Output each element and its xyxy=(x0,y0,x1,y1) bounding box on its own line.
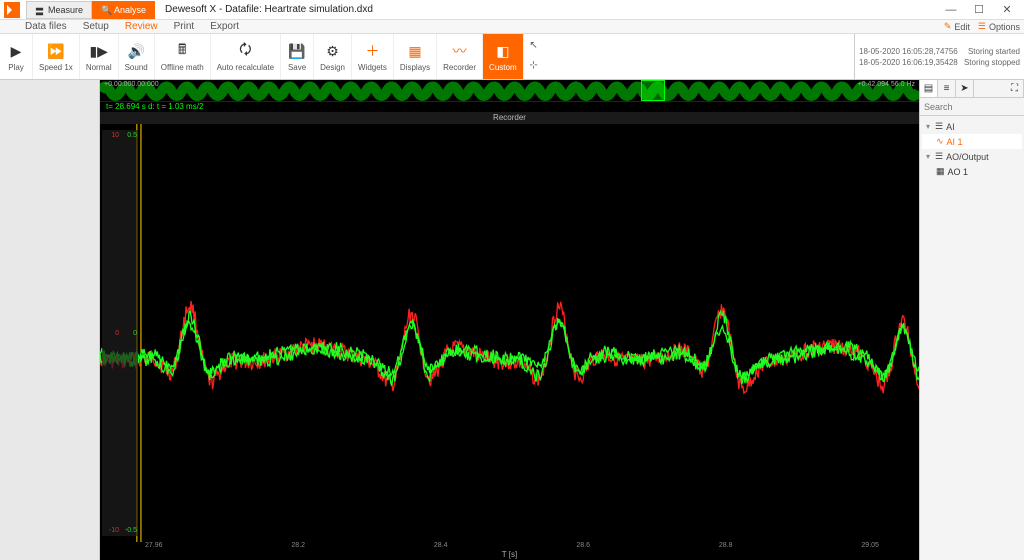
log-time-2: 18-05-2020 16:06:19,35428 xyxy=(859,57,958,68)
widgets-button[interactable]: ＋Widgets xyxy=(352,34,394,79)
gauge-icon: 〓 xyxy=(35,5,45,15)
measure-icon[interactable]: ⊹ xyxy=(527,60,541,74)
fastforward-icon: ⏩ xyxy=(46,41,66,61)
xtick: 28.2 xyxy=(291,542,305,549)
file-tabs: Data files Setup Review Print Export xyxy=(22,19,242,34)
window-controls: — ☐ ✕ xyxy=(938,1,1020,19)
overview-ts-right: +0.42.094 56.0 Hz xyxy=(858,81,915,88)
overview-ts-left: +0.00.000.00.000 xyxy=(104,81,159,88)
waveform-chart[interactable] xyxy=(100,124,919,542)
custom-button[interactable]: ◧Custom xyxy=(483,34,524,79)
x-axis-label: T [s] xyxy=(502,550,517,559)
sound-icon: 🔊 xyxy=(126,41,146,61)
list-icon: ☰ xyxy=(978,21,986,32)
search-input[interactable] xyxy=(920,100,1024,114)
title-bar: 〓 Measure 🔍 Analyse Dewesoft X - Datafil… xyxy=(0,0,1024,20)
custom-icon: ◧ xyxy=(493,41,513,61)
main-area: +0.00.000.00.000 +0.42.094 56.0 Hz t= 28… xyxy=(0,80,1024,560)
edit-label: Edit xyxy=(954,22,970,32)
panel-tab-expand[interactable]: ⛶ xyxy=(1006,80,1024,97)
x-axis: 27.96 28.2 28.4 28.6 28.8 29.05 T [s] xyxy=(100,542,919,560)
window-title: Dewesoft X - Datafile: Heartrate simulat… xyxy=(165,4,373,15)
normal-button[interactable]: ▮▶Normal xyxy=(80,34,119,79)
mode-tabs: 〓 Measure 🔍 Analyse xyxy=(26,1,155,19)
sound-button[interactable]: 🔊Sound xyxy=(119,34,155,79)
chevron-down-icon: ▾ xyxy=(926,152,930,161)
panel-tabs: ▤ ≡ ➤ ⛶ xyxy=(920,80,1024,98)
autorecalc-button[interactable]: 🗘Auto recalculate xyxy=(211,34,281,79)
cursor-icon[interactable]: ↖ xyxy=(527,40,541,54)
filetab-review[interactable]: Review xyxy=(122,19,161,34)
speed-button[interactable]: ⏩Speed 1x xyxy=(33,34,80,79)
cursor-info: t= 28.694 s d: t = 1.03 ms/2 xyxy=(100,102,919,112)
gear-icon: ⚙ xyxy=(323,41,343,61)
tree-item-ao1[interactable]: ▦ AO 1 xyxy=(922,164,1022,179)
tree-item-ai1[interactable]: ∿ AI 1 xyxy=(922,134,1022,149)
grid-icon: ▦ xyxy=(405,41,425,61)
options-row: ✎Edit ☰Options xyxy=(944,21,1020,32)
log-event-2: Storing stopped xyxy=(964,57,1020,68)
tab-analyse[interactable]: 🔍 Analyse xyxy=(92,1,155,19)
wave-icon: 〰 xyxy=(450,41,470,61)
tab-measure-label: Measure xyxy=(48,5,83,15)
speaker-icon: ▮▶ xyxy=(89,41,109,61)
filetab-export[interactable]: Export xyxy=(207,19,242,34)
displays-button[interactable]: ▦Displays xyxy=(394,34,437,79)
chevron-down-icon: ▾ xyxy=(926,122,930,131)
tab-measure[interactable]: 〓 Measure xyxy=(26,1,92,19)
xtick: 29.05 xyxy=(861,542,879,549)
play-button[interactable]: ▶Play xyxy=(0,34,33,79)
save-button[interactable]: 💾Save xyxy=(281,34,314,79)
maximize-button[interactable]: ☐ xyxy=(966,1,992,19)
plot-area: +0.00.000.00.000 +0.42.094 56.0 Hz t= 28… xyxy=(100,80,919,560)
xtick: 28.6 xyxy=(576,542,590,549)
panel-search xyxy=(920,98,1024,116)
file-tab-bar: Data files Setup Review Print Export ✎Ed… xyxy=(0,20,1024,34)
pencil-icon: ✎ xyxy=(944,21,952,32)
tree-group-ai[interactable]: ▾☰ AI xyxy=(922,119,1022,134)
plus-icon: ＋ xyxy=(362,41,382,61)
log-time-1: 18-05-2020 16:05:28,74756 xyxy=(859,46,958,57)
play-icon: ▶ xyxy=(6,41,26,61)
tab-analyse-label: Analyse xyxy=(114,5,146,15)
calculator-icon: 🖩 xyxy=(172,41,192,61)
panel-tab-cursor[interactable]: ➤ xyxy=(956,80,974,97)
left-gutter xyxy=(0,80,100,560)
overview-wave xyxy=(100,80,919,103)
recorder-button[interactable]: 〰Recorder xyxy=(437,34,483,79)
yaxis-ai1[interactable]: 100-10 xyxy=(102,130,120,536)
close-button[interactable]: ✕ xyxy=(994,1,1020,19)
plot-title: Recorder xyxy=(100,112,919,124)
overview-selection[interactable] xyxy=(641,80,666,101)
panel-tab-list[interactable]: ≡ xyxy=(938,80,956,97)
xtick: 28.4 xyxy=(434,542,448,549)
filetab-setup[interactable]: Setup xyxy=(80,19,112,34)
save-icon: 💾 xyxy=(287,41,307,61)
overview-strip[interactable]: +0.00.000.00.000 +0.42.094 56.0 Hz xyxy=(100,80,919,102)
ribbon-toolbar: ▶Play ⏩Speed 1x ▮▶Normal 🔊Sound 🖩Offline… xyxy=(0,34,1024,80)
xtick: 28.8 xyxy=(719,542,733,549)
event-log: 18-05-2020 16:05:28,74756 Storing started… xyxy=(854,34,1024,79)
options-button[interactable]: ☰Options xyxy=(978,21,1020,32)
refresh-icon: 🗘 xyxy=(235,41,255,61)
xtick: 27.96 xyxy=(145,542,163,549)
magnify-icon: 🔍 xyxy=(101,5,111,15)
ribbon-side-icons: ↖ ⊹ xyxy=(524,34,544,79)
options-label: Options xyxy=(989,22,1020,32)
y-axes: 100-10 0.50-0.5 xyxy=(102,130,138,536)
panel-tab-channels[interactable]: ▤ xyxy=(920,80,938,97)
app-logo-icon xyxy=(4,2,20,18)
channel-panel: ▤ ≡ ➤ ⛶ ▾☰ AI ∿ AI 1 ▾☰ AO/Output ▦ AO 1 xyxy=(919,80,1024,560)
log-event-1: Storing started xyxy=(968,46,1020,57)
tree-group-ao[interactable]: ▾☰ AO/Output xyxy=(922,149,1022,164)
filetab-print[interactable]: Print xyxy=(171,19,198,34)
minimize-button[interactable]: — xyxy=(938,1,964,19)
channel-tree: ▾☰ AI ∿ AI 1 ▾☰ AO/Output ▦ AO 1 xyxy=(920,116,1024,560)
filetab-datafiles[interactable]: Data files xyxy=(22,19,70,34)
yaxis-ao1[interactable]: 0.50-0.5 xyxy=(120,130,138,536)
offlinemath-button[interactable]: 🖩Offline math xyxy=(155,34,211,79)
design-button[interactable]: ⚙Design xyxy=(314,34,352,79)
edit-button[interactable]: ✎Edit xyxy=(944,21,970,32)
